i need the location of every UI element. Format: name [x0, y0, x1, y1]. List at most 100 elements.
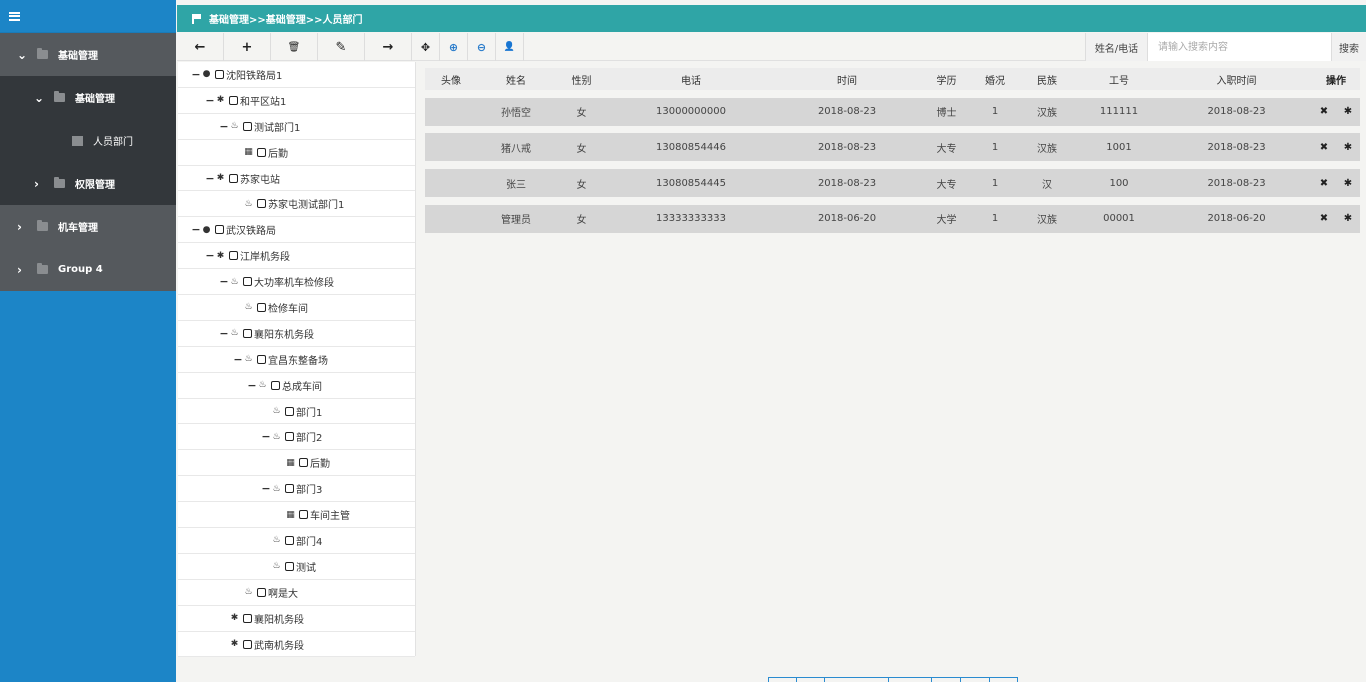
page-button[interactable] — [796, 677, 824, 682]
user-button[interactable]: 👤 — [496, 33, 524, 61]
tree-node[interactable]: ▦ 后勤 — [178, 140, 415, 166]
tree-node[interactable]: ♨ 检修车间 — [178, 295, 415, 321]
tree-node[interactable]: − ✱ 苏家屯站 — [178, 166, 415, 192]
tree-node[interactable]: − ♨ 大功率机车检修段 — [178, 269, 415, 296]
table-row[interactable]: 张三 女 13080854445 2018-08-23 大专 1 汉 100 2018-08-2… — [425, 169, 1360, 198]
table-row[interactable]: 猪八戒 女 13080854446 2018-08-23 大专 1 汉族 1001 2018-0… — [425, 133, 1360, 162]
collapse-icon[interactable]: − — [219, 120, 229, 133]
tree-node[interactable]: ♨ 测试 — [178, 554, 415, 580]
page-button[interactable] — [888, 677, 931, 682]
collapse-icon[interactable]: − — [205, 249, 215, 262]
checkbox[interactable] — [257, 147, 266, 157]
sidebar-item-label: 基础管理 — [58, 51, 98, 62]
collapse-icon[interactable]: − — [219, 327, 229, 340]
checkbox[interactable] — [285, 406, 294, 416]
table-row[interactable]: 孙悟空 女 13000000000 2018-08-23 博士 1 汉族 111111 2018… — [425, 97, 1360, 126]
checkbox[interactable] — [299, 510, 308, 520]
collapse-icon[interactable]: − — [191, 68, 201, 81]
checkbox[interactable] — [257, 354, 266, 364]
table-cell: 张三 — [506, 179, 526, 191]
tree-node[interactable]: − ♨ 襄阳东机务段 — [178, 321, 415, 347]
page-button[interactable] — [931, 677, 960, 682]
sidebar-item-basic-mgmt-sub[interactable]: ⌄ 基础管理 — [0, 76, 176, 119]
checkbox[interactable] — [243, 639, 252, 649]
collapse-icon[interactable]: − — [247, 379, 257, 392]
settings-row-icon[interactable]: ✱ — [1344, 106, 1352, 117]
tree-node[interactable]: − ♨ 总成车间 — [178, 373, 415, 399]
checkbox[interactable] — [229, 95, 238, 105]
checkbox[interactable] — [229, 173, 238, 183]
tree-node[interactable]: ♨ 啊是大 — [178, 580, 415, 606]
tree-node[interactable]: ✱ 武南机务段 — [178, 632, 415, 658]
page-button[interactable] — [824, 677, 888, 682]
collapse-icon[interactable]: − — [261, 430, 271, 443]
back-button[interactable]: ← — [177, 33, 224, 61]
tree-node[interactable]: ♨ 部门4 — [178, 528, 415, 554]
sidebar-item-permission-mgmt[interactable]: › 权限管理 — [0, 162, 176, 205]
move-button[interactable]: ✥ — [412, 33, 440, 61]
checkbox[interactable] — [257, 587, 266, 597]
sidebar-item-group4[interactable]: › Group 4 — [0, 248, 176, 291]
tree-node[interactable]: ▦ 车间主管 — [178, 502, 415, 529]
checkbox[interactable] — [215, 69, 224, 79]
table-row[interactable]: 管理员 女 13333333333 2018-06-20 大学 1 汉族 00001 2018-… — [425, 204, 1360, 233]
checkbox[interactable] — [215, 225, 224, 235]
tree-node[interactable]: − ♨ 测试部门1 — [178, 114, 415, 140]
checkbox[interactable] — [299, 458, 308, 468]
collapse-icon[interactable]: − — [261, 482, 271, 495]
move-down-button[interactable]: ⊖ — [468, 33, 496, 61]
checkbox[interactable] — [285, 535, 294, 545]
settings-row-icon[interactable]: ✱ — [1344, 178, 1352, 189]
edit-button[interactable]: ✎ — [318, 33, 365, 61]
tree-node[interactable]: − ♨ 部门2 — [178, 424, 415, 451]
settings-row-icon[interactable]: ✱ — [1344, 213, 1352, 224]
checkbox[interactable] — [271, 380, 280, 390]
tree-node[interactable]: − ✱ 和平区站1 — [178, 88, 415, 114]
sidebar-item-basic-mgmt[interactable]: ⌄ 基础管理 — [0, 33, 176, 76]
tree-node[interactable]: ✱ 襄阳机务段 — [178, 606, 415, 632]
collapse-icon[interactable]: − — [205, 172, 215, 185]
tree-node-label: 苏家屯站 — [240, 174, 280, 186]
tree-node[interactable]: − ♨ 部门3 — [178, 476, 415, 503]
tree-node[interactable]: − ● 沈阳铁路局1 — [178, 62, 415, 88]
checkbox[interactable] — [257, 302, 266, 312]
delete-row-icon[interactable]: ✖ — [1320, 213, 1328, 224]
forward-button[interactable]: → — [365, 33, 412, 61]
collapse-icon[interactable]: − — [205, 94, 215, 107]
move-up-button[interactable]: ⊕ — [440, 33, 468, 61]
tree-node[interactable]: − ● 武汉铁路局 — [178, 217, 415, 244]
checkbox[interactable] — [243, 328, 252, 338]
tree-node[interactable]: − ♨ 宜昌东整备场 — [178, 347, 415, 373]
sidebar-item-personnel-dept[interactable]: 人员部门 — [0, 119, 176, 162]
delete-row-icon[interactable]: ✖ — [1320, 178, 1328, 189]
tree-node[interactable]: ▦ 后勤 — [178, 450, 415, 477]
add-button[interactable]: + — [224, 33, 271, 61]
checkbox[interactable] — [229, 251, 238, 261]
delete-row-icon[interactable]: ✖ — [1320, 142, 1328, 153]
checkbox[interactable] — [243, 121, 252, 131]
menu-icon[interactable] — [9, 11, 20, 21]
table-cell: 1 — [991, 141, 999, 153]
checkbox[interactable] — [243, 613, 252, 623]
checkbox[interactable] — [285, 484, 294, 494]
page-button[interactable] — [989, 677, 1018, 682]
collapse-icon[interactable]: − — [191, 223, 201, 236]
collapse-icon[interactable]: − — [219, 275, 229, 288]
delete-row-icon[interactable]: ✖ — [1320, 106, 1328, 117]
tree-node[interactable]: ♨ 部门1 — [178, 399, 415, 425]
search-button[interactable]: 搜索 — [1331, 33, 1366, 61]
tree-node[interactable]: − ✱ 江岸机务段 — [178, 243, 415, 270]
page-button[interactable] — [768, 677, 796, 682]
page-button[interactable] — [960, 677, 989, 682]
collapse-icon[interactable]: − — [233, 353, 243, 366]
delete-button[interactable]: 🗑 — [271, 33, 318, 61]
checkbox[interactable] — [285, 561, 294, 571]
sidebar-item-label: 权限管理 — [75, 180, 115, 191]
tree-node[interactable]: ♨ 苏家屯测试部门1 — [178, 191, 415, 218]
checkbox[interactable] — [257, 199, 266, 209]
checkbox[interactable] — [285, 432, 294, 442]
settings-row-icon[interactable]: ✱ — [1344, 142, 1352, 153]
sidebar-item-locomotive-mgmt[interactable]: › 机车管理 — [0, 205, 176, 248]
checkbox[interactable] — [243, 277, 252, 287]
search-input[interactable] — [1147, 33, 1331, 61]
